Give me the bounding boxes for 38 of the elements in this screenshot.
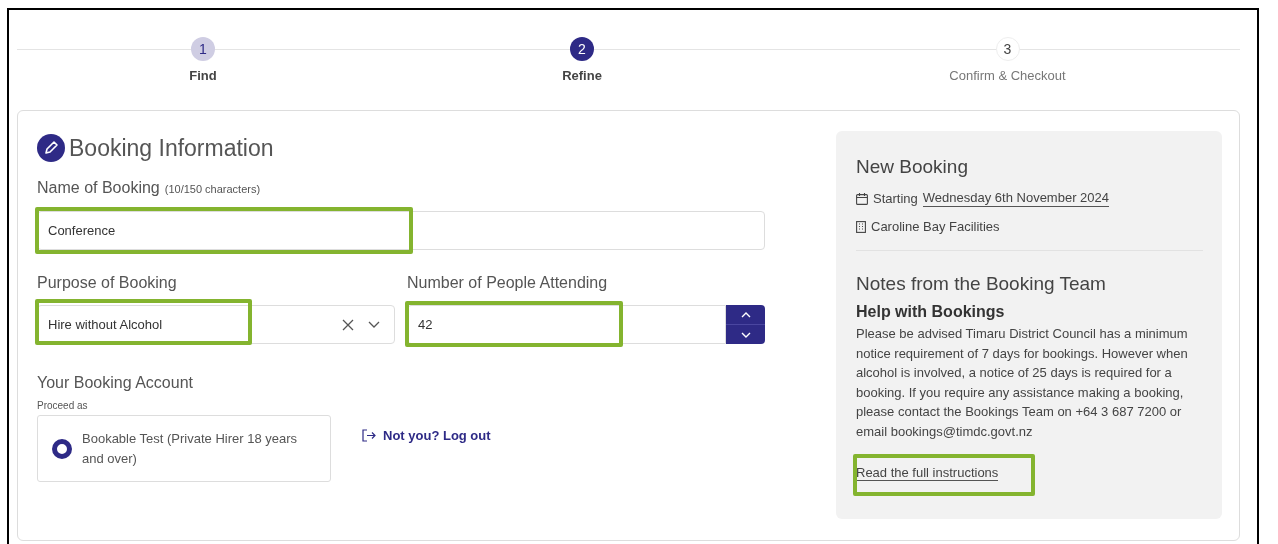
- account-name: Bookable Test (Private Hirer 18 years and over): [82, 429, 299, 468]
- building-icon: [856, 220, 866, 233]
- increment-button[interactable]: [726, 305, 765, 325]
- step-number[interactable]: 3: [995, 37, 1020, 61]
- pencil-icon: [37, 134, 65, 162]
- step-label[interactable]: Refine: [562, 68, 602, 83]
- section-title: Booking Information: [69, 134, 274, 162]
- chevron-down-icon: [740, 331, 751, 338]
- decrement-button[interactable]: [726, 325, 765, 344]
- start-date: Wednesday 6th November 2024: [922, 190, 1110, 207]
- chevron-down-icon: [368, 320, 380, 329]
- step-number[interactable]: 1: [191, 37, 215, 61]
- logout-link[interactable]: Not you? Log out: [362, 428, 491, 443]
- field-label: Number of People Attending: [407, 274, 609, 292]
- panel-title: New Booking: [856, 156, 969, 178]
- account-option[interactable]: Bookable Test (Private Hirer 18 years and over): [37, 415, 331, 482]
- calendar-icon: [856, 192, 868, 205]
- selected-value: Hire without Alcohol: [48, 317, 164, 332]
- step-label[interactable]: Confirm & Checkout: [949, 68, 1066, 83]
- notes-title: Notes from the Booking Team: [856, 273, 1107, 295]
- venue-name: Caroline Bay Facilities: [871, 219, 1000, 234]
- logout-icon: [362, 429, 376, 442]
- field-label: Purpose of Booking: [37, 274, 178, 292]
- step-label[interactable]: Find: [189, 68, 217, 83]
- help-text: Please be advised Timaru District Council has a minimum notice requirement of 7 days for bookings. However when alcohol is involved, a notice of 25 days is required for a booking. If you require any assistance making a booking, please contact the Bookings Team on +64 3 687 7200 or email bookings@timdc.govt.nz: [856, 325, 1189, 441]
- step-number[interactable]: 2: [570, 37, 594, 61]
- people-input[interactable]: 42: [407, 305, 726, 344]
- character-counter: (10/150 characters): [164, 183, 261, 195]
- help-title: Help with Bookings: [856, 303, 1006, 321]
- date-prefix: Starting: [873, 191, 918, 206]
- field-label: Name of Booking: [37, 179, 160, 197]
- caption-text: Proceed as: [37, 400, 89, 411]
- radio-button[interactable]: [52, 438, 72, 459]
- clear-icon: [342, 318, 354, 331]
- instructions-link[interactable]: Read the full instructions: [856, 464, 999, 481]
- section-label: Your Booking Account: [37, 374, 194, 392]
- name-input[interactable]: Conference: [37, 211, 765, 250]
- chevron-up-icon: [740, 311, 751, 318]
